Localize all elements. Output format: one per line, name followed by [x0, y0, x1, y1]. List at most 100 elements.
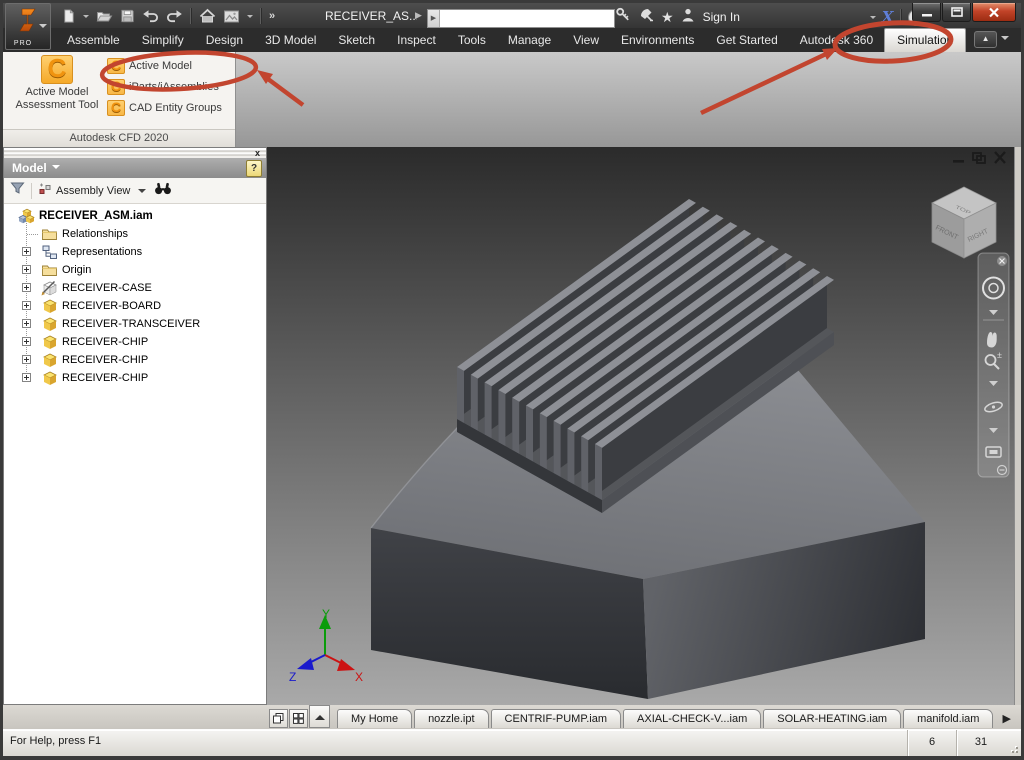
doc-tab-axial-check-valve[interactable]: AXIAL-CHECK-V...iam [623, 709, 762, 728]
document-title-arrow-icon[interactable]: ▶ [415, 10, 422, 21]
redo-icon[interactable] [166, 9, 183, 24]
pro-badge: PRO [13, 40, 33, 47]
next-tab-icon[interactable]: ▶ [1003, 712, 1011, 725]
tree-item-receiver-transceiver[interactable]: RECEIVER-TRANSCEIVER [5, 315, 265, 333]
resize-grip[interactable] [1008, 743, 1018, 753]
restore-button[interactable] [942, 3, 971, 22]
undo-icon[interactable] [142, 9, 159, 24]
render-gallery-icon[interactable] [223, 9, 240, 24]
ribbon-collapse-button[interactable]: ▲ [974, 31, 997, 48]
tree-item-relationships[interactable]: Relationships [5, 225, 265, 243]
doc-tab-solar-heating[interactable]: SOLAR-HEATING.iam [763, 709, 902, 728]
new-file-dropdown-icon[interactable] [83, 14, 89, 21]
expand-tabs-icon[interactable] [309, 705, 330, 728]
minimize-button[interactable] [912, 3, 941, 22]
search-expand-icon[interactable]: ▶ [428, 10, 440, 27]
doc-tab-manifold[interactable]: manifold.iam [903, 709, 994, 728]
representations-icon [41, 244, 58, 260]
tab-simplify[interactable]: Simplify [131, 29, 195, 52]
home-icon[interactable] [199, 8, 216, 24]
tree-item-representations[interactable]: Representations [5, 243, 265, 261]
3d-viewport[interactable]: Y X Z TOP FRONT RIGHT ± [267, 147, 1015, 705]
assembly-view-dropdown-icon[interactable] [138, 188, 147, 197]
open-file-icon[interactable] [96, 8, 113, 24]
suppressed-part-icon [41, 280, 58, 296]
tab-assemble[interactable]: Assemble [56, 29, 131, 52]
tab-tools[interactable]: Tools [447, 29, 497, 52]
sign-in-label[interactable]: Sign In [703, 10, 740, 24]
tab-view[interactable]: View [562, 29, 610, 52]
browser-help-icon[interactable]: ? [246, 160, 262, 177]
view-cube[interactable]: TOP FRONT RIGHT [931, 186, 997, 259]
communication-center-icon[interactable] [638, 6, 655, 28]
filter-icon[interactable] [10, 181, 25, 201]
document-tab-bar: My Home nozzle.ipt CENTRIF-PUMP.iam AXIA… [3, 705, 1021, 729]
save-icon[interactable] [120, 8, 135, 24]
panel-title[interactable]: Autodesk CFD 2020 [3, 129, 235, 147]
tree-item-receiver-chip-1[interactable]: RECEIVER-CHIP [5, 333, 265, 351]
render-dropdown-icon[interactable] [247, 14, 253, 21]
tree-item-receiver-board[interactable]: RECEIVER-BOARD [5, 297, 265, 315]
tree-item-label: RECEIVER-CHIP [62, 372, 149, 384]
ribbon-collapse-dropdown-icon[interactable] [1001, 36, 1009, 44]
tile-windows-icon[interactable] [289, 709, 308, 728]
assembly-view-label[interactable]: Assembly View [56, 185, 130, 197]
tab-environments[interactable]: Environments [610, 29, 705, 52]
doc-tab-my-home[interactable]: My Home [337, 709, 413, 728]
tab-sketch[interactable]: Sketch [327, 29, 386, 52]
tab-inspect[interactable]: Inspect [386, 29, 447, 52]
tree-expand-icon[interactable] [22, 247, 31, 259]
assembly-view-icon[interactable] [38, 181, 52, 200]
tree-item-receiver-chip-3[interactable]: RECEIVER-CHIP [5, 369, 265, 387]
sign-in-user-icon[interactable] [680, 7, 696, 28]
favorites-star-icon[interactable]: ★ [661, 9, 674, 26]
cad-entity-groups-button[interactable]: C CAD Entity Groups [107, 97, 222, 118]
application-menu-button[interactable]: PRO [5, 3, 51, 50]
active-model-assessment-tool-button[interactable]: C Active Model Assessment Tool [9, 55, 105, 128]
document-minimize-icon[interactable] [953, 160, 964, 163]
close-button[interactable] [972, 3, 1016, 22]
tab-3d-model[interactable]: 3D Model [254, 29, 327, 52]
doc-tab-nozzle[interactable]: nozzle.ipt [414, 709, 489, 728]
doc-tab-centrif-pump[interactable]: CENTRIF-PUMP.iam [490, 709, 622, 728]
tree-item-receiver-chip-2[interactable]: RECEIVER-CHIP [5, 351, 265, 369]
tree-expand-icon[interactable] [22, 337, 31, 349]
document-restore-icon[interactable] [972, 152, 986, 164]
tree-expand-icon[interactable] [22, 301, 31, 313]
toolbar-expand-icon[interactable]: » [269, 10, 275, 22]
tab-design[interactable]: Design [195, 29, 254, 52]
browser-header[interactable]: Model ? [4, 158, 266, 178]
tree-item-receiver-case[interactable]: RECEIVER-CASE [5, 279, 265, 297]
tree-expand-icon[interactable] [22, 355, 31, 367]
search-input[interactable] [440, 10, 614, 27]
search-binoculars-icon[interactable] [154, 182, 172, 200]
iparts-iassemblies-button[interactable]: C iParts/iAssemblies [107, 76, 222, 97]
pan-hand-icon[interactable] [987, 332, 997, 348]
exchange-apps-icon[interactable]: X [882, 8, 894, 26]
tree-expand-icon[interactable] [22, 283, 31, 295]
tree-item-label: Relationships [62, 228, 129, 240]
navbar-close-icon[interactable] [997, 256, 1007, 266]
sign-in-dropdown-icon[interactable] [869, 15, 876, 22]
tab-manage[interactable]: Manage [497, 29, 562, 52]
navigation-bar: ± [977, 252, 1010, 478]
active-model-label: Active Model [129, 59, 192, 72]
toolbar-separator [31, 182, 32, 199]
browser-splitter[interactable]: x [4, 148, 266, 158]
document-close-icon[interactable] [994, 151, 1006, 164]
tab-simulation[interactable]: Simulation [884, 28, 967, 52]
browser-close-icon[interactable]: x [255, 148, 260, 158]
tab-autodesk-360[interactable]: Autodesk 360 [789, 29, 884, 52]
app-menu-caret-icon [39, 24, 47, 32]
tree-expand-icon[interactable] [22, 373, 31, 385]
active-model-button[interactable]: C Active Model [107, 55, 222, 76]
tree-expand-icon[interactable] [22, 265, 31, 277]
tree-item-origin[interactable]: Origin [5, 261, 265, 279]
tree-item-assembly-root[interactable]: RECEIVER_ASM.iam [5, 207, 265, 225]
cascade-windows-icon[interactable] [269, 709, 288, 728]
tree-expand-icon[interactable] [22, 319, 31, 331]
tab-get-started[interactable]: Get Started [705, 29, 788, 52]
new-file-icon[interactable] [61, 8, 76, 24]
search-help-key-icon[interactable] [615, 6, 632, 28]
svg-text:±: ± [997, 350, 1002, 360]
